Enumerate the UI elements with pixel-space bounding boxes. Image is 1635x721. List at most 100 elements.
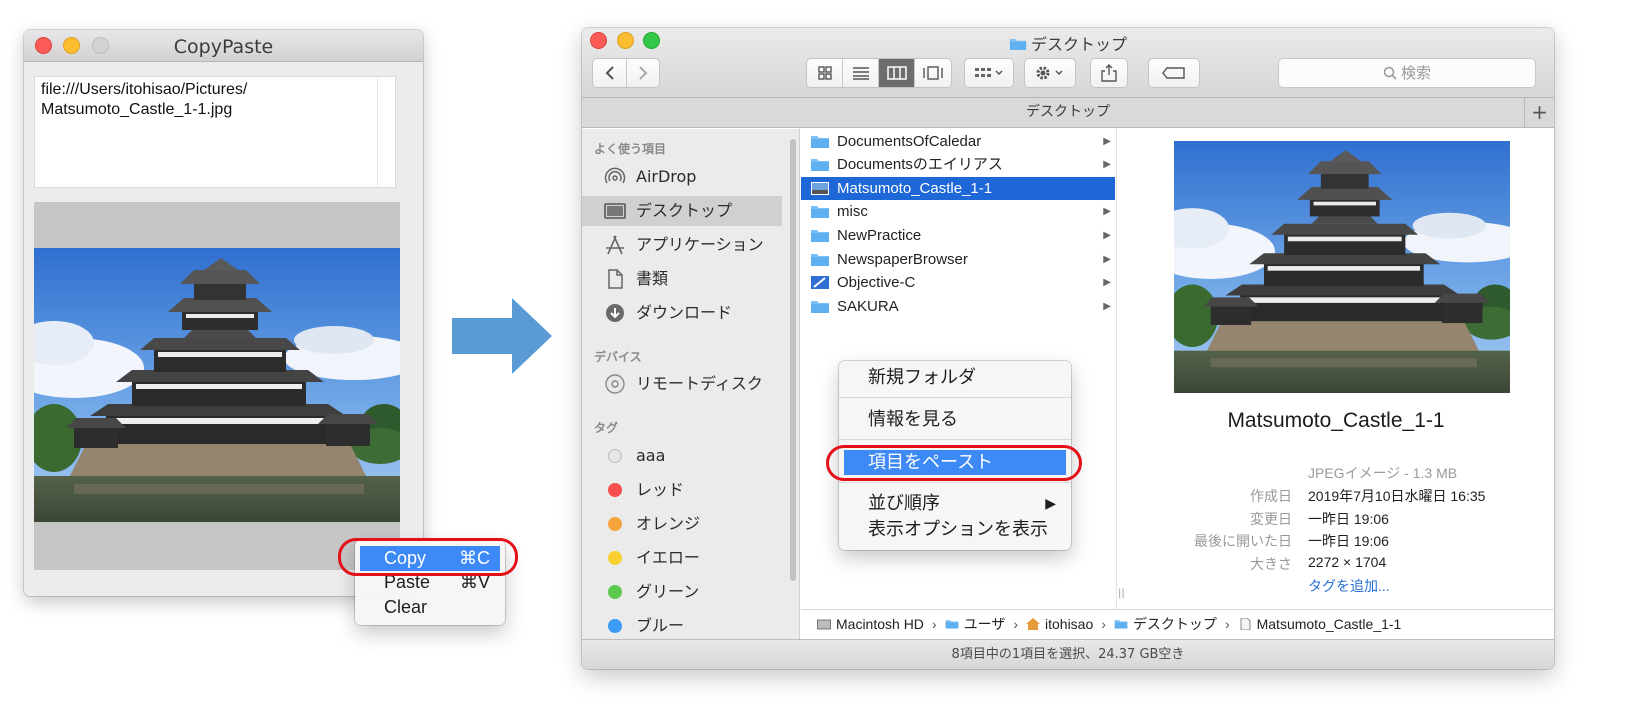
sidebar-item-label: デスクトップ (636, 201, 733, 220)
sidebar-scrollbar[interactable] (790, 139, 796, 581)
info-value: 2272 × 1704 (1308, 554, 1387, 570)
devices-header: デバイス (594, 350, 642, 364)
path-item-disk[interactable]: Macintosh HD (817, 610, 924, 639)
sidebar-tag-aaa[interactable]: aaa (582, 441, 782, 471)
info-value: 一昨日 19:06 (1308, 511, 1389, 527)
list-item-name: NewspaperBrowser (837, 251, 968, 268)
sidebar-item-airdrop[interactable]: AirDrop (582, 162, 782, 192)
path-text-line-2: Matsumoto_Castle_1-1.jpg (41, 101, 233, 118)
castle-photo (34, 248, 400, 522)
list-item[interactable]: Objective-C ▶ (801, 271, 1115, 294)
folder-icon (810, 299, 830, 314)
preview-kind: JPEGイメージ - 1.3 MB (1308, 465, 1458, 481)
path-item-desktop[interactable]: デスクトップ (1114, 610, 1217, 639)
info-row-created: 作成日 2019年7月10日水曜日 16:35 (1118, 486, 1554, 508)
folder-alias-icon (810, 157, 830, 172)
action-button[interactable] (1024, 58, 1076, 88)
info-row-opened: 最後に開いた日 一昨日 19:06 (1118, 531, 1554, 553)
list-item[interactable]: SAKURA ▶ (801, 295, 1115, 318)
nav-buttons (592, 58, 660, 88)
column-view-button[interactable] (879, 59, 915, 87)
sidebar-item-label: アプリケーション (636, 235, 764, 254)
back-button[interactable] (593, 59, 627, 87)
copy-label: Copy (384, 548, 427, 568)
status-bar: 8項目中の1項目を選択、24.37 GB空き (582, 639, 1554, 669)
path-item-home[interactable]: itohisao (1026, 610, 1093, 639)
tag-icon (1162, 67, 1185, 79)
sidebar-item-documents[interactable]: 書類 (582, 264, 782, 294)
add-tag-link[interactable]: タグを追加... (1308, 576, 1390, 596)
sidebar-item-label: オレンジ (636, 514, 701, 533)
xcode-folder-icon (811, 276, 829, 289)
sidebar-item-downloads[interactable]: ダウンロード (582, 298, 782, 328)
text-scroll-gutter[interactable] (377, 77, 395, 187)
sidebar-tag-yellow[interactable]: イエロー (582, 543, 782, 573)
path-text-line-1: file:///Users/itohisao/Pictures/ (41, 81, 248, 98)
sidebar-tag-orange[interactable]: オレンジ (582, 509, 782, 539)
sidebar-tag-blue[interactable]: ブルー (582, 611, 782, 639)
list-item-name: DocumentsOfCaledar (837, 133, 982, 150)
search-field[interactable]: 検索 (1278, 58, 1536, 88)
tag-button[interactable] (1148, 58, 1200, 88)
tab-bar: デスクトップ + (582, 98, 1554, 128)
share-button[interactable] (1090, 58, 1128, 88)
sidebar-item-label: イエロー (636, 548, 700, 567)
list-item[interactable]: Documentsのエイリアス ▶ (801, 153, 1115, 176)
home-icon (1026, 618, 1040, 630)
sidebar-item-label: 書類 (636, 269, 669, 288)
tag-color-dot (608, 517, 622, 531)
finder-toolbar: デスクトップ 検索 (582, 28, 1554, 98)
path-text-view[interactable]: file:///Users/itohisao/Pictures/ Matsumo… (34, 76, 396, 188)
sidebar-item-desktop[interactable]: デスクトップ (582, 196, 782, 226)
sidebar-item-label: aaa (636, 446, 666, 465)
menu-separator (839, 482, 1071, 483)
disclosure-arrow-icon: ▶ (1103, 206, 1111, 217)
path-item-file[interactable]: Matsumoto_Castle_1-1 (1238, 610, 1401, 639)
sort-by-menu-item[interactable]: 並び順序 ▶ (844, 491, 1066, 516)
sidebar-tag-red[interactable]: レッド (582, 475, 782, 505)
preview-image (1174, 141, 1510, 393)
forward-button[interactable] (627, 59, 659, 87)
file-icon (1240, 618, 1251, 630)
folder-icon (1009, 37, 1027, 51)
list-item[interactable]: misc ▶ (801, 200, 1115, 223)
sidebar-item-label: レッド (636, 480, 685, 499)
new-tab-button[interactable]: + (1524, 98, 1554, 127)
paste-item-menu-item[interactable]: 項目をペースト (844, 450, 1066, 475)
sidebar-tag-green[interactable]: グリーン (582, 577, 782, 607)
get-info-menu-item[interactable]: 情報を見る (844, 407, 1066, 432)
icon-view-button[interactable] (807, 59, 843, 87)
copy-shortcut: ⌘C (459, 548, 490, 568)
sidebar-item-applications[interactable]: アプリケーション (582, 230, 782, 260)
clear-menu-item[interactable]: Clear (360, 595, 500, 620)
folder-icon (1114, 618, 1128, 630)
finder-window: デスクトップ 検索 デスクトップ + よく使う項目 AirDrop デスクトップ… (582, 28, 1554, 669)
paste-menu-item[interactable]: Paste ⌘V (360, 570, 500, 595)
disclosure-arrow-icon: ▶ (1103, 136, 1111, 147)
list-item[interactable]: NewPractice ▶ (801, 224, 1115, 247)
copy-menu-item[interactable]: Copy ⌘C (360, 546, 500, 571)
tab-desktop[interactable]: デスクトップ (1026, 104, 1110, 120)
paste-label: Paste (384, 572, 431, 592)
tag-color-dot (608, 483, 622, 497)
finder-title: デスクトップ (582, 31, 1554, 55)
clear-label: Clear (384, 597, 428, 617)
menu-separator (839, 439, 1071, 440)
list-item-selected[interactable]: Matsumoto_Castle_1-1 (801, 177, 1115, 200)
right-arrow-icon (452, 298, 552, 374)
list-item[interactable]: NewspaperBrowser ▶ (801, 248, 1115, 271)
tag-color-dot (608, 585, 622, 599)
path-item-users[interactable]: ユーザ (945, 610, 1005, 639)
sort-by-label: 並び順序 (868, 493, 940, 513)
group-by-button[interactable] (964, 58, 1014, 88)
image-file-icon (811, 182, 829, 195)
view-options-menu-item[interactable]: 表示オプションを表示 (844, 517, 1066, 542)
new-folder-menu-item[interactable]: 新規フォルダ (844, 365, 1066, 390)
image-well[interactable] (34, 202, 400, 570)
copypaste-titlebar: CopyPaste (24, 30, 423, 62)
gallery-view-button[interactable] (915, 59, 951, 87)
list-view-button[interactable] (843, 59, 879, 87)
list-item[interactable]: DocumentsOfCaledar ▶ (801, 130, 1115, 153)
paste-shortcut: ⌘V (459, 572, 490, 592)
sidebar-item-remote-disc[interactable]: リモートディスク (582, 369, 782, 399)
